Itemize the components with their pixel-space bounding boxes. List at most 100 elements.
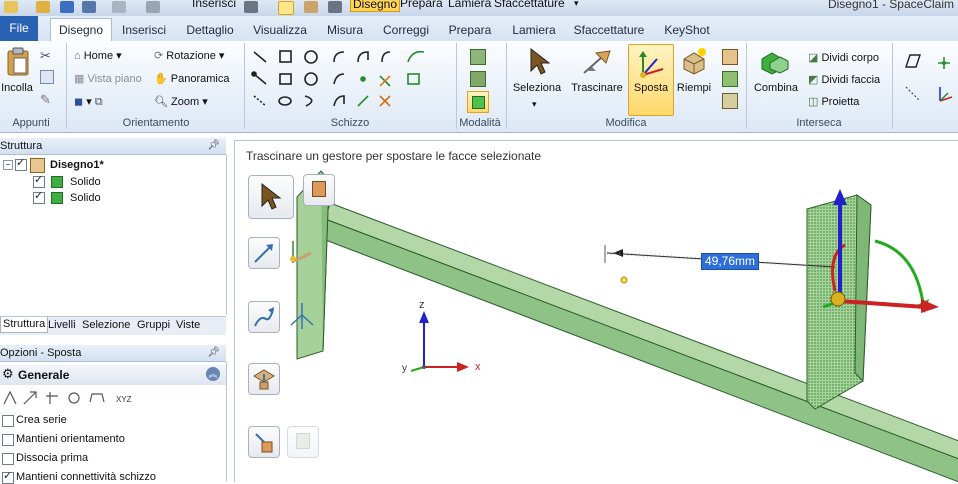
tab-gruppi[interactable]: Gruppi (137, 318, 170, 333)
project-icon: ◫ (808, 96, 819, 108)
tree-checkbox-solido-2[interactable] (33, 189, 45, 204)
3d-viewport[interactable]: Trascinare un gestore per spostare le fa… (234, 140, 958, 482)
anchor-tool-button[interactable] (303, 174, 335, 206)
pin-icon[interactable]: 📌︎ (207, 138, 220, 154)
tab-misura[interactable]: Misura (322, 19, 368, 41)
option-checkbox-crea-serie[interactable] (2, 415, 14, 427)
copy-icon[interactable] (40, 70, 54, 84)
select-tool-button[interactable] (248, 175, 294, 219)
tab-viste[interactable]: Viste (176, 318, 200, 333)
pan-label: Panoramica (170, 73, 230, 85)
quick-tab-prepara[interactable]: Prepara (400, 0, 443, 10)
home-button[interactable]: ⌂ Home ▾ (74, 49, 122, 62)
path-tool-button[interactable] (248, 301, 280, 333)
tree-checkbox-disegno[interactable] (15, 156, 27, 171)
tab-prepara[interactable]: Prepara (444, 19, 496, 41)
project-button[interactable]: ◫ Proietta (808, 95, 859, 108)
create-tools-partial[interactable] (902, 51, 958, 111)
up-to-tool-button[interactable] (248, 363, 280, 395)
tab-dettaglio[interactable]: Dettaglio (182, 19, 238, 41)
pin-icon[interactable]: 📌︎ (207, 345, 220, 361)
option-checkbox-dissocia-prima[interactable] (2, 453, 14, 465)
move-button[interactable]: Sposta (628, 44, 674, 116)
cut-icon[interactable]: ✂ (40, 48, 51, 64)
tab-sfaccettature[interactable]: Sfaccettature (570, 19, 648, 41)
format-painter-icon[interactable]: ✎ (40, 92, 51, 108)
group-label-orientamento: Orientamento (122, 117, 190, 129)
sketch-mode-icon[interactable] (470, 49, 486, 65)
disabled-tool-icon (296, 433, 310, 449)
rotate-icon: ⟳ (154, 50, 164, 62)
disabled-tool-button (287, 426, 319, 458)
option-checkbox-mantieni-connettivita[interactable] (2, 469, 14, 484)
offset-icon[interactable] (722, 71, 738, 87)
pivot-tool-button[interactable] (287, 237, 317, 267)
direction-arrow-icon (254, 244, 273, 263)
mirror-icon[interactable] (722, 93, 738, 109)
move-option-icons[interactable]: XYZ (2, 390, 152, 406)
customize-dropdown-icon[interactable]: ▾ (574, 0, 579, 9)
tab-lamiera[interactable]: Lamiera (508, 19, 560, 41)
pull-button[interactable] (568, 41, 626, 115)
select-dropdown-icon[interactable]: ▾ (532, 99, 537, 110)
collapse-icon[interactable]: − (3, 160, 13, 170)
collapse-section-icon[interactable]: ︽ (206, 367, 220, 381)
move-handle[interactable] (822, 189, 939, 313)
option-checkbox-mantieni-orientamento[interactable] (2, 434, 14, 446)
dimension-value-field[interactable]: 49,76mm (701, 253, 760, 270)
redo-icon[interactable] (112, 1, 126, 13)
up-to-icon (253, 369, 275, 390)
tab-keyshot[interactable]: KeyShot (660, 19, 714, 41)
tab-selezione[interactable]: Selezione (82, 318, 130, 333)
pull-icon[interactable] (328, 1, 342, 13)
undo-icon[interactable] (82, 1, 96, 13)
tree-checkbox-solido-1[interactable] (33, 173, 45, 188)
solid-body-icon (51, 176, 63, 188)
section-mode-icon[interactable] (470, 71, 486, 87)
quick-insert-menu[interactable]: Inserisci (192, 0, 236, 10)
section-title: Generale (18, 368, 70, 382)
option-label-crea-serie: Crea serie (16, 414, 67, 426)
shell-icon[interactable] (722, 49, 738, 65)
3d-mode-button[interactable] (467, 91, 489, 113)
tree-item-solido-1[interactable]: Solido (70, 176, 101, 188)
solid-body-icon (51, 192, 63, 204)
sketch-tools-grid[interactable] (250, 46, 450, 112)
tab-inserisci[interactable]: Inserisci (118, 19, 170, 41)
pan-button[interactable]: ✋ Panoramica (154, 72, 229, 85)
move-tool-icon[interactable] (278, 1, 294, 15)
rotate-button[interactable]: ⟳ Rotazione ▾ (154, 49, 224, 62)
tree-item-solido-2[interactable]: Solido (70, 192, 101, 204)
tree-item-disegno[interactable]: Disegno1* (50, 159, 104, 171)
select-arrow-icon[interactable] (244, 1, 258, 13)
tab-file[interactable]: File (0, 16, 38, 41)
fill-button[interactable] (676, 41, 716, 115)
tab-struttura[interactable]: Struttura (0, 317, 49, 333)
group-label-schizzo: Schizzo (330, 117, 370, 129)
tab-disegno[interactable]: Disegno (50, 18, 112, 42)
tab-livelli[interactable]: Livelli (48, 318, 76, 333)
select-button[interactable] (510, 41, 564, 115)
new-file-icon[interactable] (4, 1, 18, 13)
save-icon[interactable] (60, 1, 74, 13)
ruler-tool-button[interactable] (287, 301, 317, 331)
open-folder-icon[interactable] (36, 1, 50, 13)
tab-visualizza[interactable]: Visualizza (250, 19, 310, 41)
tab-correggi[interactable]: Correggi (378, 19, 434, 41)
combine-button[interactable] (750, 41, 804, 115)
view-cube-button[interactable]: ◼ ▾ ⧉ (74, 95, 103, 109)
split-face-button[interactable]: ◩ Dividi faccia (808, 73, 880, 86)
paint-icon[interactable] (304, 1, 318, 13)
options-section-header[interactable]: ⚙ Generale ︽ (0, 365, 226, 385)
model-canvas (296, 170, 958, 482)
quick-tab-disegno[interactable]: Disegno (350, 0, 401, 12)
plan-view-button[interactable]: ▦ Vista piano (74, 72, 142, 85)
print-icon[interactable] (146, 1, 160, 13)
quick-tab-sfaccettature[interactable]: Sfaccettature (494, 0, 565, 10)
zoom-button[interactable]: 🔍︎ Zoom ▾ (154, 95, 208, 108)
axis-label-x: x (475, 361, 481, 373)
direction-tool-button[interactable] (248, 237, 280, 269)
detach-tool-button[interactable] (248, 426, 280, 458)
split-body-button[interactable]: ◪ Dividi corpo (808, 51, 879, 64)
quick-tab-lamiera[interactable]: Lamiera (448, 0, 491, 10)
